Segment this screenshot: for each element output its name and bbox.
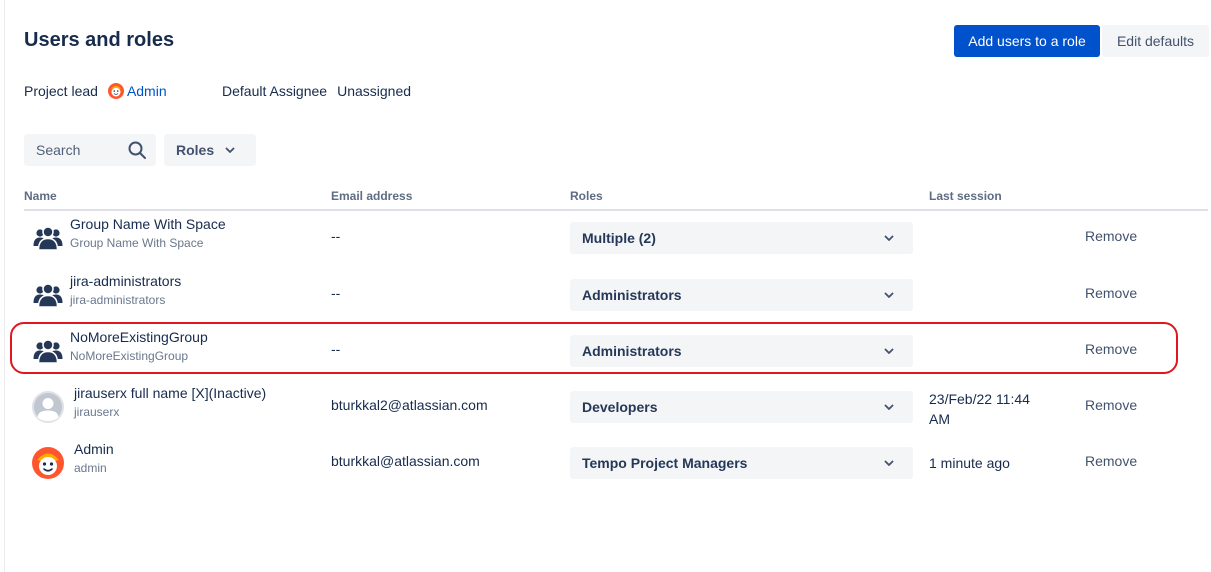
remove-button[interactable]: Remove [1085,228,1137,244]
column-header-name: Name [24,189,57,203]
remove-button[interactable]: Remove [1085,453,1137,469]
default-assignee: Default Assignee Unassigned [222,83,411,99]
group-subname: NoMoreExistingGroup [70,349,189,363]
role-select-value: Administrators [582,343,682,359]
table-row: Group Name With Space Group Name With Sp… [0,210,1211,266]
role-select-value: Developers [582,399,658,415]
remove-button[interactable]: Remove [1085,285,1137,301]
column-header-roles: Roles [570,189,603,203]
role-select-value: Administrators [582,287,682,303]
project-lead-label: Project lead [24,83,98,99]
role-select[interactable]: Administrators [570,279,913,311]
user-name: Admin [74,441,114,457]
last-session-cell: 1 minute ago [929,455,1010,471]
page-title: Users and roles [24,29,175,51]
admin-avatar-icon [32,447,64,479]
last-session-cell: 23/Feb/22 11:44 AM [929,391,1030,427]
column-header-email: Email address [331,189,413,203]
role-select[interactable]: Developers [570,391,913,423]
admin-avatar-icon [107,83,124,99]
add-users-to-role-button[interactable]: Add users to a role [954,25,1100,57]
table-row: Admin admin bturkkal@atlassian.com Tempo… [0,435,1211,491]
group-subname: Group Name With Space [70,236,204,250]
project-lead-link[interactable]: Admin [107,83,167,99]
search-icon[interactable] [127,140,147,160]
roles-filter-dropdown[interactable]: Roles [164,134,256,166]
chevron-down-icon [884,292,894,298]
default-assignee-value: Unassigned [337,83,412,99]
email-cell: -- [331,285,341,301]
group-name: jira-administrators [70,273,182,289]
chevron-down-icon [884,348,894,354]
group-icon [33,226,63,251]
project-lead: Project lead Admin [24,83,167,99]
table-row: NoMoreExistingGroup NoMoreExistingGroup … [0,323,1211,379]
chevron-down-icon [884,460,894,466]
role-select-value: Tempo Project Managers [582,455,748,471]
email-cell: bturkkal@atlassian.com [331,453,480,469]
search-input[interactable] [36,142,120,158]
group-subname: jira-administrators [70,293,166,307]
chevron-down-icon [225,147,235,153]
edit-defaults-button[interactable]: Edit defaults [1102,25,1209,57]
group-name: NoMoreExistingGroup [70,329,208,345]
user-username: jirauserx [74,405,120,419]
column-header-last-session: Last session [929,189,1002,203]
default-assignee-label: Default Assignee [222,83,328,99]
email-cell: -- [331,228,341,244]
email-cell: -- [331,341,341,357]
project-lead-name: Admin [126,83,167,99]
remove-button[interactable]: Remove [1085,397,1137,413]
chevron-down-icon [884,404,894,410]
group-icon [33,339,63,364]
remove-button[interactable]: Remove [1085,341,1137,357]
chevron-down-icon [884,235,894,241]
group-icon [33,283,63,308]
role-select[interactable]: Tempo Project Managers [570,447,913,479]
roles-filter-label: Roles [176,142,215,158]
table-row: jira-administrators jira-administrators … [0,267,1211,323]
search-box[interactable] [24,134,156,166]
group-name: Group Name With Space [70,216,226,232]
table-row: jirauserx full name [X](Inactive) jiraus… [0,379,1211,435]
role-select-value: Multiple (2) [582,230,656,246]
email-cell: bturkkal2@atlassian.com [331,397,488,413]
role-select[interactable]: Administrators [570,335,913,367]
default-user-avatar-icon [32,391,64,423]
user-username: admin [74,461,107,475]
user-name: jirauserx full name [X](Inactive) [74,385,267,401]
role-select[interactable]: Multiple (2) [570,222,913,254]
